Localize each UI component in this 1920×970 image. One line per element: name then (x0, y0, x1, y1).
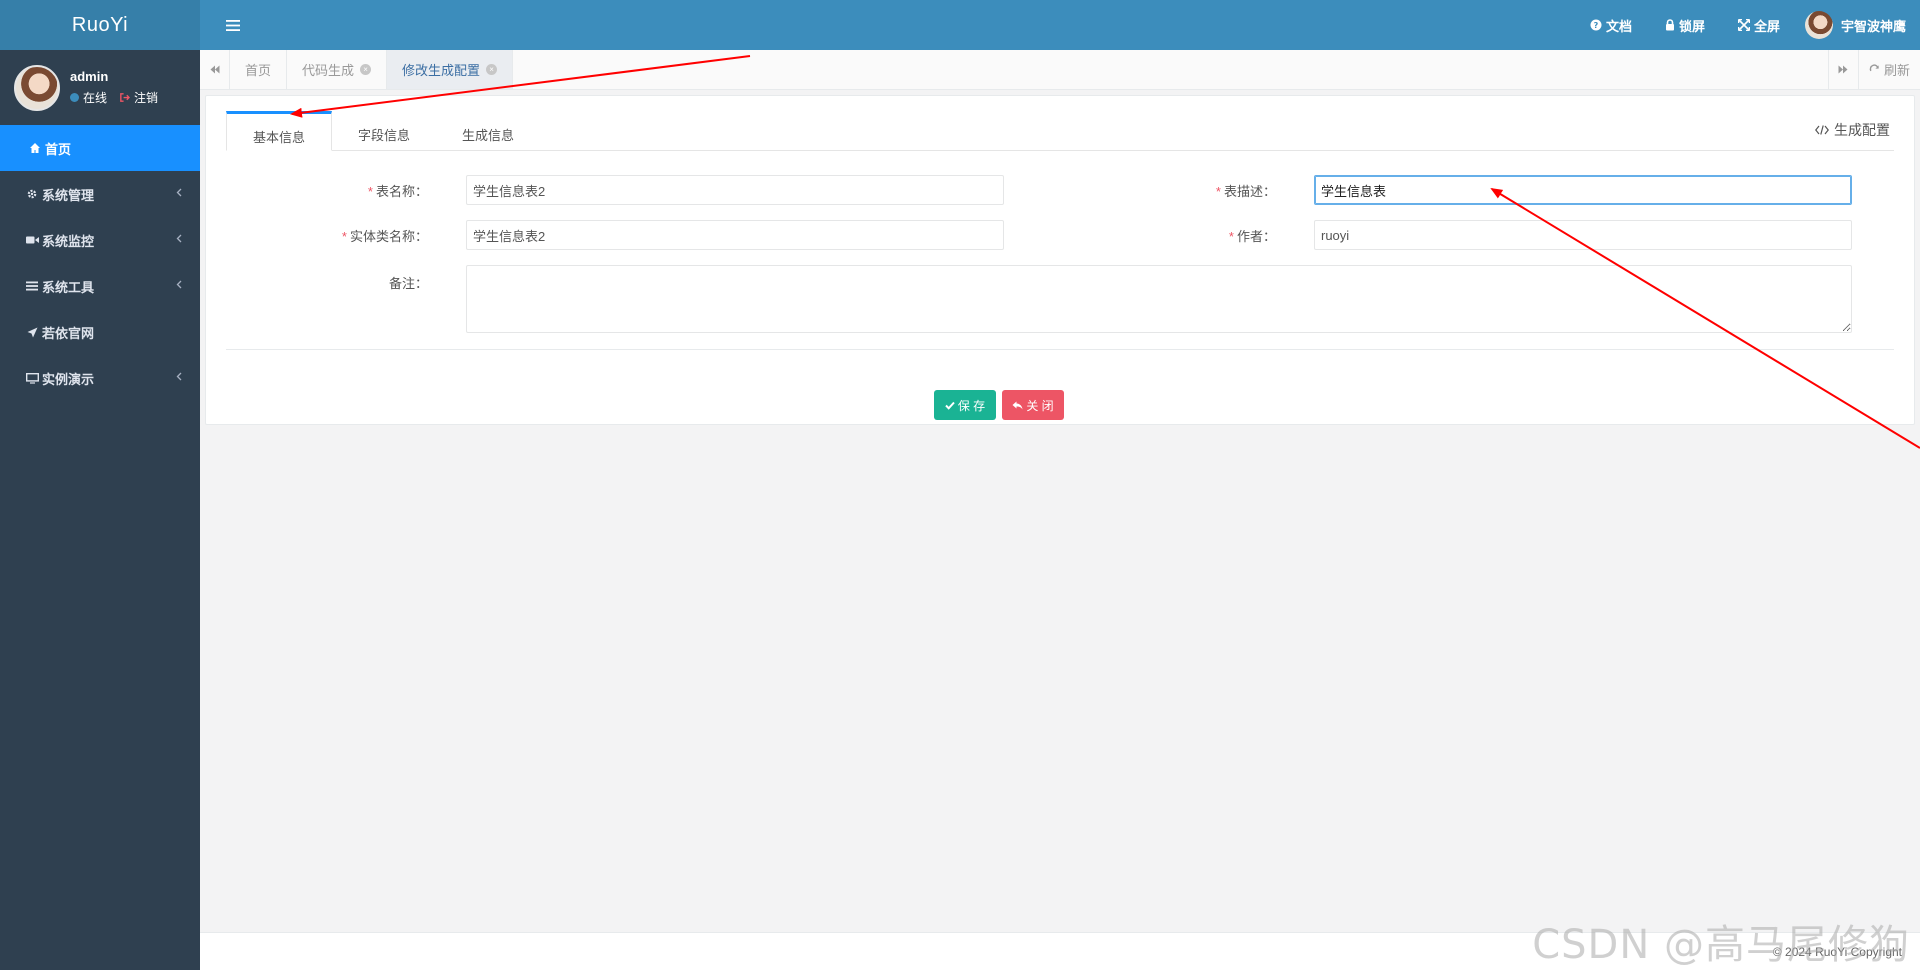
expand-arrows-icon (1737, 19, 1750, 31)
tab-code-generation[interactable]: 代码生成 × (287, 50, 388, 89)
top-actions: ? 文档 锁屏 全屏 宇智波神鹰 (1590, 0, 1920, 50)
class-name-input[interactable] (466, 220, 1004, 250)
sidebar-item-label: 若依官网 (42, 325, 95, 341)
lock-icon (1665, 19, 1675, 31)
forward-icon (1838, 65, 1848, 74)
sidebar-item-label: 实例演示 (42, 371, 95, 387)
code-icon (1815, 125, 1829, 135)
class-name-label: * 实体类名称： (341, 228, 428, 244)
reply-icon (1012, 401, 1023, 409)
lock-screen-button[interactable]: 锁屏 (1665, 16, 1705, 35)
refresh-label: 刷新 (1883, 63, 1910, 78)
tab-label: 代码生成 (302, 63, 355, 78)
author-label: * 作者： (1228, 228, 1276, 244)
logout-link[interactable]: 注销 (134, 89, 158, 106)
top-navbar: ? 文档 锁屏 全屏 宇智波神鹰 (200, 0, 1920, 50)
table-desc-input[interactable] (1314, 175, 1852, 205)
video-icon (25, 233, 39, 247)
send-icon (25, 325, 39, 339)
fullscreen-label: 全屏 (1753, 18, 1780, 34)
docs-button[interactable]: ? 文档 (1590, 16, 1632, 35)
user-menu[interactable]: 宇智波神鹰 (1804, 11, 1906, 39)
save-button[interactable]: 保 存 (934, 390, 996, 420)
user-avatar[interactable] (14, 64, 60, 111)
refresh-icon (1869, 64, 1879, 72)
sidebar-toggle-icon[interactable] (226, 19, 240, 31)
gen-config-label: 生成配置 (1834, 122, 1890, 138)
tabs-scroll-left-button[interactable] (200, 50, 230, 89)
sidebar: RuoYi admin 在线 注销 首页 系统管理 系统监控 系统工具 若依官网… (0, 0, 200, 970)
table-name-row: * 表名称： (266, 175, 1004, 205)
tab-label: 首页 (245, 63, 272, 78)
sidebar-item-home[interactable]: 首页 (0, 125, 200, 171)
user-name: admin (70, 69, 109, 84)
chevron-left-icon (176, 372, 182, 381)
online-status: 在线 (83, 91, 108, 105)
gear-icon (25, 187, 39, 201)
lock-label: 锁屏 (1678, 18, 1705, 34)
sidebar-item-system-monitor[interactable]: 系统监控 (0, 217, 200, 263)
chevron-left-icon (176, 234, 182, 243)
form-tabs: 基本信息 字段信息 生成信息 (226, 111, 1894, 151)
save-label: 保 存 (957, 398, 986, 413)
logout-icon[interactable] (119, 92, 131, 103)
sidebar-item-label: 系统监控 (42, 233, 95, 249)
fullscreen-button[interactable]: 全屏 (1737, 16, 1780, 35)
tab-home[interactable]: 首页 (230, 50, 288, 89)
close-icon[interactable]: × (360, 64, 372, 75)
class-name-row: * 实体类名称： (266, 220, 1004, 250)
backward-icon (210, 65, 219, 74)
close-label: 关 闭 (1026, 398, 1054, 413)
sidebar-item-label: 系统管理 (42, 187, 95, 203)
svg-text:?: ? (1594, 21, 1599, 30)
tab-edit-gen-config[interactable]: 修改生成配置 × (387, 50, 514, 89)
author-row: * 作者： (1114, 220, 1852, 250)
question-circle-icon: ? (1590, 19, 1602, 31)
bars-icon (25, 279, 39, 293)
remark-row: 备注： (266, 265, 1852, 333)
user-info: admin 在线 注销 (70, 69, 158, 106)
csdn-watermark: CSDN @高马尾修狗 (1532, 922, 1910, 968)
chevron-left-icon (176, 188, 182, 197)
check-icon (945, 401, 955, 410)
sidebar-item-demo[interactable]: 实例演示 (0, 355, 200, 401)
close-button[interactable]: 关 闭 (1002, 390, 1064, 420)
tab-field-info[interactable]: 字段信息 (332, 111, 436, 150)
table-name-input[interactable] (466, 175, 1004, 205)
desktop-icon (25, 371, 39, 385)
home-icon (28, 141, 42, 155)
table-desc-label: * 表描述： (1215, 183, 1276, 199)
remark-label: 备注： (388, 276, 428, 291)
author-input[interactable] (1314, 220, 1852, 250)
table-desc-row: * 表描述： (1114, 175, 1852, 205)
close-icon[interactable]: × (486, 64, 498, 75)
docs-label: 文档 (1605, 18, 1632, 34)
sidebar-item-label: 首页 (45, 141, 72, 157)
top-user-avatar (1804, 11, 1833, 39)
table-name-label: * 表名称： (367, 183, 428, 199)
top-username: 宇智波神鹰 (1840, 18, 1906, 34)
sidebar-item-system-tools[interactable]: 系统工具 (0, 263, 200, 309)
online-dot-icon (70, 93, 79, 102)
tab-label: 修改生成配置 (402, 63, 481, 78)
gen-config-title: 生成配置 (1815, 120, 1890, 140)
sidebar-item-system-management[interactable]: 系统管理 (0, 171, 200, 217)
tab-gen-info[interactable]: 生成信息 (436, 111, 540, 150)
refresh-button[interactable]: 刷新 (1857, 50, 1920, 89)
page-tabs-bar: 首页 代码生成 × 修改生成配置 × 刷新 (200, 50, 1920, 90)
user-panel: admin 在线 注销 (0, 50, 200, 125)
gen-edit-panel: 基本信息 字段信息 生成信息 生成配置 *表名称： *表描述： *实体类名称： … (205, 95, 1915, 425)
remark-textarea[interactable] (466, 265, 1852, 333)
tabs-scroll-right-button[interactable] (1827, 50, 1858, 89)
chevron-left-icon (176, 280, 182, 289)
sidebar-item-label: 系统工具 (42, 279, 95, 295)
form-divider (226, 349, 1894, 350)
tabs-right-controls: 刷新 (1827, 50, 1920, 89)
app-logo[interactable]: RuoYi (0, 0, 200, 50)
tab-basic-info[interactable]: 基本信息 (226, 111, 333, 151)
sidebar-item-ruoyi-website[interactable]: 若依官网 (0, 309, 200, 355)
user-status: 在线 注销 (70, 89, 158, 106)
